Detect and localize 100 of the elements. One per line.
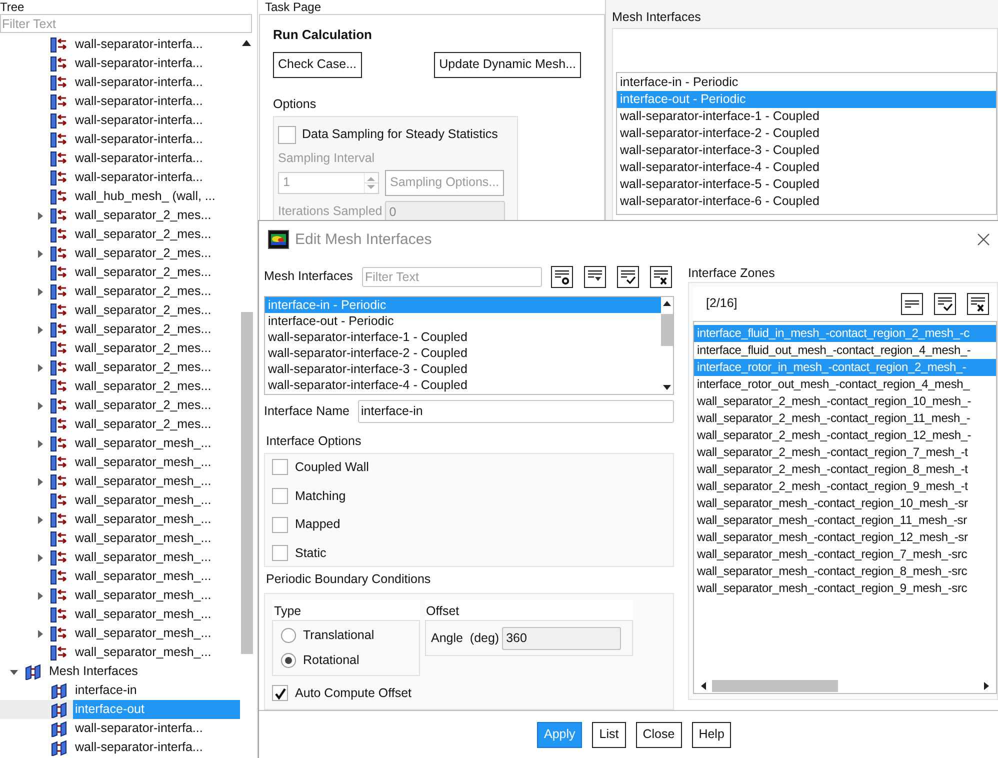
list-button[interactable] bbox=[901, 292, 923, 315]
tree-item[interactable]: wall_separator_2_mes... bbox=[73, 339, 240, 358]
list-item[interactable]: wall-separator-interface-3 - Coupled bbox=[617, 142, 996, 159]
list-item[interactable]: interface-in - Periodic bbox=[617, 74, 996, 91]
tree-item[interactable]: wall_separator_2_mes... bbox=[73, 206, 240, 225]
tree-item[interactable]: wall_separator_2_mes... bbox=[73, 225, 240, 244]
tree-item[interactable]: wall_separator_mesh_... bbox=[73, 491, 240, 510]
deselect-all-button[interactable] bbox=[967, 292, 989, 315]
scroll-down-arrow-icon[interactable] bbox=[663, 384, 671, 390]
tree-item[interactable]: wall_separator_mesh_... bbox=[73, 548, 240, 567]
list-item[interactable]: wall_separator_2_mesh_-contact_region_10_mesh_- bbox=[694, 392, 996, 410]
scrollbar-thumb[interactable] bbox=[240, 312, 252, 654]
tree-item[interactable]: wall-separator-interfa... bbox=[73, 111, 240, 130]
tree-item[interactable]: wall-separator-interfa... bbox=[73, 130, 240, 149]
tree-item[interactable]: wall-separator-interfa... bbox=[73, 73, 240, 92]
dialog-button[interactable]: Help bbox=[692, 722, 732, 748]
collapsed-arrow-icon[interactable] bbox=[35, 476, 45, 486]
list-item[interactable]: wall-separator-interface-3 - Coupled bbox=[265, 360, 661, 377]
tree-item[interactable]: wall_separator_mesh_... bbox=[73, 586, 240, 605]
select-all-button[interactable] bbox=[934, 292, 956, 315]
list-item[interactable]: wall_separator_2_mesh_-contact_region_12_mesh_- bbox=[694, 426, 996, 444]
tree-item[interactable]: wall_separator_mesh_... bbox=[73, 472, 240, 491]
list-item[interactable]: interface_rotor_out_mesh_-contact_region_4_mesh_ bbox=[694, 376, 996, 393]
tree-item[interactable]: Mesh Interfaces bbox=[47, 662, 240, 681]
collapsed-arrow-icon[interactable] bbox=[35, 324, 45, 334]
tree-item[interactable]: wall_separator_2_mes... bbox=[73, 396, 240, 415]
radio-button[interactable] bbox=[281, 652, 296, 668]
tree-item[interactable]: wall_separator_2_mes... bbox=[73, 244, 240, 263]
list-item[interactable]: wall-separator-interface-2 - Coupled bbox=[265, 344, 661, 361]
tree-item[interactable]: wall_hub_mesh_ (wall, ... bbox=[73, 187, 240, 206]
tree-item[interactable]: wall-separator-interfa... bbox=[73, 35, 240, 54]
scroll-left-arrow-icon[interactable] bbox=[701, 682, 706, 690]
collapsed-arrow-icon[interactable] bbox=[35, 362, 45, 372]
tree-item[interactable]: wall_separator_2_mes... bbox=[73, 263, 240, 282]
checkbox[interactable] bbox=[272, 488, 288, 504]
dialog-button[interactable]: List bbox=[592, 722, 626, 748]
tree-item[interactable]: wall_separator_2_mes... bbox=[73, 377, 240, 396]
tree-item[interactable]: wall-separator-interfa... bbox=[73, 54, 240, 73]
list-item[interactable]: interface-out - Periodic bbox=[265, 312, 661, 329]
tree-item[interactable]: wall-separator-interfa... bbox=[73, 168, 240, 187]
tree-item[interactable]: interface-in bbox=[73, 681, 240, 700]
tree-item[interactable]: wall_separator_mesh_... bbox=[73, 643, 240, 662]
checkbox[interactable] bbox=[272, 516, 288, 533]
list-item[interactable]: wall_separator_mesh_-contact_region_7_mesh_-src bbox=[694, 546, 996, 563]
list-item[interactable]: wall-separator-interface-1 - Coupled bbox=[265, 328, 661, 345]
tree-item[interactable]: wall-separator-interfa... bbox=[73, 92, 240, 111]
list-item[interactable]: wall-separator-interface-6 - Coupled bbox=[617, 193, 996, 210]
list-item[interactable]: wall_separator_mesh_-contact_region_9_mesh_-src bbox=[694, 580, 996, 597]
checkbox[interactable] bbox=[272, 459, 288, 476]
tree-item[interactable]: wall_separator_mesh_... bbox=[73, 510, 240, 529]
filter-field[interactable]: Filter Text bbox=[362, 266, 542, 287]
deselect-all-button[interactable] bbox=[650, 266, 672, 288]
select-all-button[interactable] bbox=[617, 266, 639, 288]
list-item[interactable]: wall_separator_mesh_-contact_region_12_mesh_-sr bbox=[694, 528, 996, 546]
tree-item[interactable]: wall_separator_mesh_... bbox=[73, 567, 240, 586]
tree-item[interactable]: wall_separator_mesh_... bbox=[73, 529, 240, 548]
list-item[interactable]: wall-separator-interface-4 - Coupled bbox=[265, 376, 661, 393]
collapsed-arrow-icon[interactable] bbox=[35, 438, 45, 448]
angle-field[interactable]: 360 bbox=[502, 626, 622, 650]
list-item[interactable]: wall_separator_2_mesh_-contact_region_11_mesh_- bbox=[694, 410, 996, 427]
close-icon[interactable] bbox=[977, 233, 990, 246]
list-item[interactable]: wall-separator-interface-1 - Coupled bbox=[617, 108, 996, 125]
checkbox[interactable] bbox=[278, 126, 296, 144]
tree-item[interactable]: wall_separator_mesh_... bbox=[73, 624, 240, 643]
scrollbar-thumb[interactable] bbox=[712, 680, 838, 692]
collapsed-arrow-icon[interactable] bbox=[35, 248, 45, 258]
tree-item[interactable]: wall-separator-interfa... bbox=[73, 719, 240, 738]
tree-item[interactable]: wall_separator_2_mes... bbox=[73, 320, 240, 339]
list-item[interactable]: wall-separator-interface-2 - Coupled bbox=[617, 125, 996, 142]
tree-item[interactable]: wall_separator_mesh_... bbox=[73, 434, 240, 453]
collapsed-arrow-icon[interactable] bbox=[35, 210, 45, 220]
tree-item[interactable]: wall_separator_mesh_... bbox=[73, 453, 240, 472]
checkbox[interactable] bbox=[272, 685, 288, 702]
list-item[interactable]: wall_separator_mesh_-contact_region_8_mesh_-src bbox=[694, 562, 996, 580]
scroll-right-arrow-icon[interactable] bbox=[984, 682, 989, 690]
dialog-button[interactable]: Close bbox=[636, 722, 682, 748]
list-settings-button[interactable] bbox=[551, 266, 573, 288]
action-button[interactable]: Check Case... bbox=[273, 52, 362, 78]
list-item[interactable]: wall-separator-interface-4 - Coupled bbox=[617, 159, 996, 176]
collapsed-arrow-icon[interactable] bbox=[35, 400, 45, 410]
tree-item[interactable]: wall-separator-interfa... bbox=[73, 149, 240, 168]
radio-button[interactable] bbox=[281, 628, 296, 644]
list-item[interactable]: wall-separator-interface-5 - Coupled bbox=[617, 176, 996, 193]
list-dropdown-button[interactable] bbox=[584, 266, 606, 288]
tree-item[interactable]: wall_separator_2_mes... bbox=[73, 301, 240, 320]
tree-item[interactable]: wall-separator-interfa... bbox=[73, 738, 240, 757]
scroll-up-arrow-icon[interactable] bbox=[663, 300, 671, 306]
scroll-up-arrow-icon[interactable] bbox=[242, 40, 251, 46]
checkbox[interactable] bbox=[272, 545, 288, 562]
filter-field[interactable]: Filter Text bbox=[0, 14, 252, 33]
list-item[interactable]: wall_separator_2_mesh_-contact_region_7_mesh_-t bbox=[694, 444, 996, 461]
action-button[interactable]: Update Dynamic Mesh... bbox=[434, 52, 581, 78]
collapsed-arrow-icon[interactable] bbox=[35, 552, 45, 562]
scrollbar-thumb[interactable] bbox=[661, 314, 673, 346]
interface-name-field[interactable]: interface-in bbox=[358, 400, 674, 423]
list-item[interactable]: wall_separator_2_mesh_-contact_region_9_mesh_-t bbox=[694, 478, 996, 495]
tree-item[interactable]: wall_separator_mesh_... bbox=[73, 605, 240, 624]
list-item[interactable]: wall_separator_mesh_-contact_region_10_mesh_-sr bbox=[694, 494, 996, 512]
collapsed-arrow-icon[interactable] bbox=[35, 514, 45, 524]
list-item[interactable]: interface_fluid_out_mesh_-contact_region_4_mesh_- bbox=[694, 342, 996, 359]
